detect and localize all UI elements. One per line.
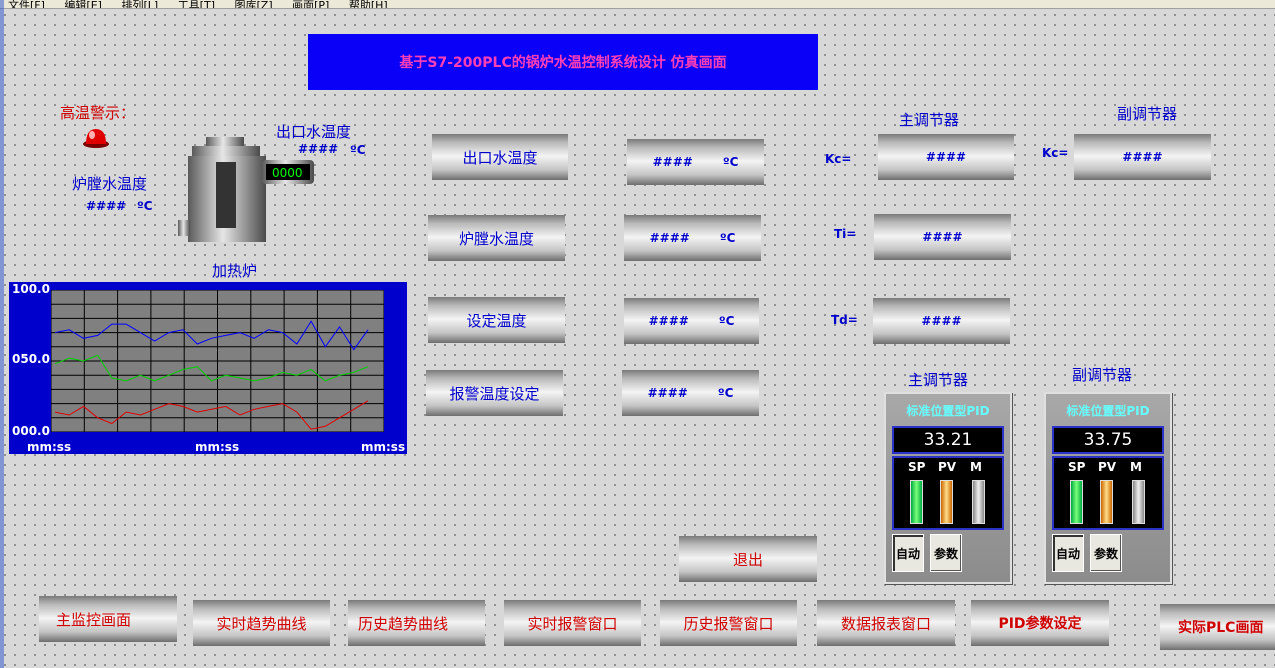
pid-main-bars: SP PV M [892, 456, 1004, 530]
pid-sub-label: 副调节器 [1072, 366, 1133, 384]
main-ti-label: Ti= [834, 227, 857, 241]
sub-kc-label: Kc= [1042, 146, 1069, 160]
main-ti-value: #### [922, 230, 963, 244]
furnace-name-label: 加热炉 [212, 262, 258, 280]
chamber-temp-display: #### ºC [624, 215, 761, 261]
pid-main-sp-bar [910, 480, 923, 524]
menu-help[interactable]: 帮助[H] [349, 0, 388, 8]
pid-main-sp-label: SP [908, 460, 926, 474]
main-kc-value: #### [925, 150, 967, 164]
x-tick-left: mm:ss [27, 440, 72, 454]
pid-sub-pv-bar [1100, 480, 1113, 524]
pid-main-param-button[interactable]: 参数 [930, 534, 962, 572]
trend-plot-area [51, 290, 384, 432]
pid-sub-bars: SP PV M [1052, 456, 1164, 530]
outlet-temp-value: #### [652, 155, 693, 169]
pid-sub-param-button[interactable]: 参数 [1090, 534, 1122, 572]
nav-history-trend[interactable]: 历史趋势曲线 [348, 600, 485, 646]
setpoint-temp-button[interactable]: 设定温度 [428, 297, 565, 343]
pid-main-m-bar [972, 480, 985, 524]
main-ti-display[interactable]: #### [874, 214, 1011, 260]
sub-kc-display[interactable]: #### [1074, 134, 1211, 180]
sub-kc-value: #### [1122, 150, 1163, 164]
nav-pid-settings[interactable]: PID参数设定 [971, 600, 1109, 646]
y-tick-top: 100.0 [12, 282, 50, 296]
main-regulator-label: 主调节器 [899, 111, 960, 129]
pid-sub-auto-button[interactable]: 自动 [1052, 534, 1084, 572]
window-left-edge [0, 0, 4, 668]
x-tick-right: mm:ss [361, 440, 406, 454]
nav-history-alarm[interactable]: 历史报警窗口 [660, 600, 797, 646]
pid-sub-m-bar [1132, 480, 1145, 524]
trend-chart: 100.0 050.0 000.0 mm:ss mm:ss mm:ss [9, 282, 407, 454]
heating-furnace-icon [178, 137, 314, 242]
pid-main-pv-bar [940, 480, 953, 524]
pid-main-value: 33.21 [892, 426, 1004, 454]
nav-realtime-alarm[interactable]: 实时报警窗口 [504, 600, 641, 646]
pid-sub-value: 33.75 [1052, 426, 1164, 454]
pid-main-title: 标准位置型PID [906, 404, 990, 418]
main-td-label: Td= [831, 313, 858, 327]
pid-sub-m-label: M [1130, 460, 1142, 474]
furnace-chamber-unit: ºC [137, 199, 153, 213]
furnace-chamber-label: 炉膛水温度 [72, 175, 148, 193]
chamber-temp-button[interactable]: 炉膛水温度 [428, 215, 565, 261]
main-td-value: #### [921, 314, 962, 328]
chamber-temp-value: #### [649, 231, 690, 245]
pid-sub-faceplate: 标准位置型PID 33.75 SP PV M 自动 参数 [1044, 392, 1172, 584]
pid-main-label: 主调节器 [908, 371, 969, 389]
pid-main-m-label: M [970, 460, 982, 474]
main-td-display[interactable]: #### [873, 298, 1010, 344]
nav-realtime-trend[interactable]: 实时趋势曲线 [193, 600, 330, 646]
y-tick-bottom: 000.0 [12, 424, 50, 438]
setpoint-temp-unit: ºC [718, 314, 735, 328]
page-title: 基于S7-200PLC的锅炉水温控制系统设计 仿真画面 [308, 34, 818, 90]
outlet-temp-unit: ºC [722, 155, 739, 169]
alarm-temp-setting-button[interactable]: 报警温度设定 [426, 370, 563, 416]
menu-tools[interactable]: 工具[T] [178, 0, 215, 8]
nav-main-monitor[interactable]: 主监控画面 [39, 596, 177, 642]
furnace-meter-value: 0000 [272, 166, 303, 180]
menu-edit[interactable]: 编辑[E] [64, 0, 102, 8]
chamber-temp-unit: ºC [719, 231, 736, 245]
outlet-temp-button[interactable]: 出口水温度 [432, 134, 568, 180]
setpoint-temp-display: #### ºC [624, 298, 759, 344]
furnace-outlet-unit: ºC [350, 143, 366, 157]
nav-actual-plc[interactable]: 实际PLC画面 [1160, 604, 1275, 650]
alarm-temp-display: #### ºC [622, 370, 759, 416]
setpoint-temp-value: #### [648, 314, 689, 328]
menu-file[interactable]: 文件[F] [8, 0, 45, 8]
outlet-temp-display: #### ºC [627, 139, 764, 185]
menu-bar: 文件[F] 编辑[E] 排列[L] 工具[T] 图库[Z] 画面[P] 帮助[H… [0, 0, 1275, 9]
alarm-temp-value: #### [647, 386, 688, 400]
menu-arrange[interactable]: 排列[L] [121, 0, 158, 8]
furnace-chamber-value: #### [86, 199, 127, 213]
pid-main-faceplate: 标准位置型PID 33.21 SP PV M 自动 参数 [884, 392, 1012, 584]
pid-main-auto-button[interactable]: 自动 [892, 534, 924, 572]
sub-regulator-label: 副调节器 [1117, 105, 1178, 123]
pid-sub-pv-label: PV [1098, 460, 1117, 474]
x-tick-mid: mm:ss [195, 440, 240, 454]
pid-sub-sp-label: SP [1068, 460, 1086, 474]
pid-sub-title: 标准位置型PID [1066, 404, 1150, 418]
menu-screen[interactable]: 画面[P] [292, 0, 329, 8]
main-kc-label: Kc= [825, 152, 852, 166]
alarm-label: 高温警示： [60, 104, 136, 122]
alarm-light-icon [83, 129, 109, 148]
menu-library[interactable]: 图库[Z] [235, 0, 273, 8]
pid-main-pv-label: PV [938, 460, 957, 474]
pid-sub-sp-bar [1070, 480, 1083, 524]
y-tick-mid: 050.0 [12, 352, 50, 366]
exit-button[interactable]: 退出 [679, 536, 817, 582]
nav-data-report[interactable]: 数据报表窗口 [817, 600, 955, 646]
main-kc-display[interactable]: #### [878, 134, 1014, 180]
alarm-temp-unit: ºC [717, 386, 734, 400]
